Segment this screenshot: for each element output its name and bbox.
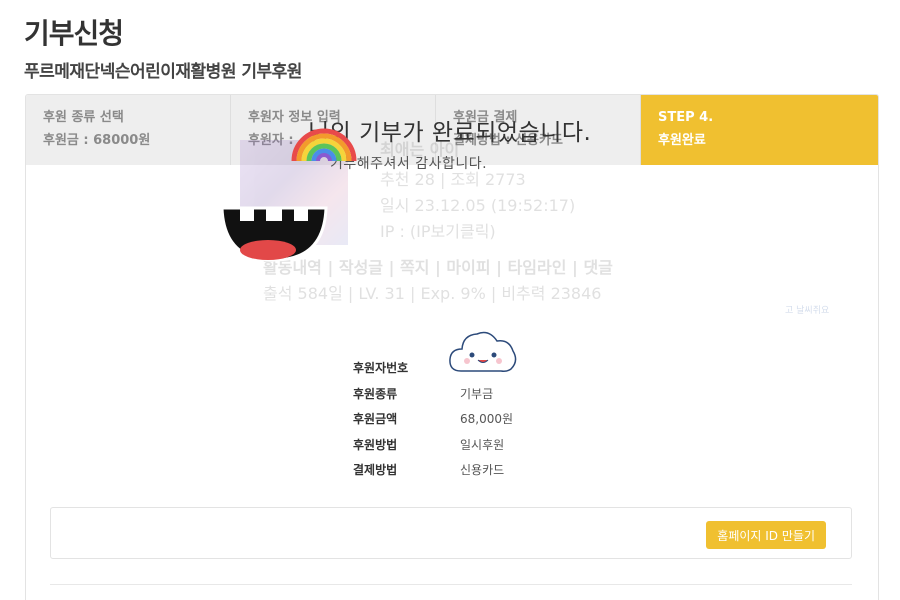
- info-row: 후원금액 68,000원: [353, 406, 513, 432]
- info-value: 기부금: [460, 386, 494, 401]
- create-homepage-id-button[interactable]: 홈페이지 ID 만들기: [706, 521, 826, 549]
- info-value: 신용카드: [460, 463, 505, 478]
- overlay-side-text: 고 날씨쥐요: [785, 306, 830, 316]
- info-label: 후원방법: [353, 437, 398, 452]
- info-row: 후원방법 일시후원: [353, 432, 513, 458]
- info-value: 68,000원: [460, 412, 514, 427]
- page-subtitle: 푸르메재단넥슨어린이재활병원 기부후원: [24, 62, 302, 82]
- info-value: 일시후원: [460, 437, 505, 452]
- donation-info-table: 후원자번호 후원종류 기부금 후원금액 68,000원 후원방법 일시후원 결제…: [353, 355, 513, 483]
- info-row: 후원자번호: [353, 355, 513, 381]
- info-label: 후원자번호: [353, 361, 409, 376]
- step-title: STEP 4.: [658, 110, 714, 125]
- divider: [50, 584, 852, 585]
- info-label: 후원금액: [353, 412, 398, 427]
- step-value: 후원금 : 68000원: [43, 133, 151, 148]
- step-4: STEP 4. 후원완료: [641, 95, 878, 165]
- info-label: 후원종류: [353, 386, 398, 401]
- rainbow-sticker-icon: [291, 128, 357, 162]
- info-row: 후원종류 기부금: [353, 381, 513, 407]
- mouth-sticker-icon: [220, 206, 328, 262]
- step-value: 후원완료: [658, 133, 706, 148]
- action-box: 홈페이지 ID 만들기: [50, 507, 852, 559]
- info-row: 결제방법 신용카드: [353, 457, 513, 483]
- page-title: 기부신청: [24, 17, 124, 50]
- info-label: 결제방법: [353, 463, 398, 478]
- step-1: 후원 종류 선택 후원금 : 68000원: [26, 95, 231, 165]
- step-title: 후원 종류 선택: [43, 110, 124, 125]
